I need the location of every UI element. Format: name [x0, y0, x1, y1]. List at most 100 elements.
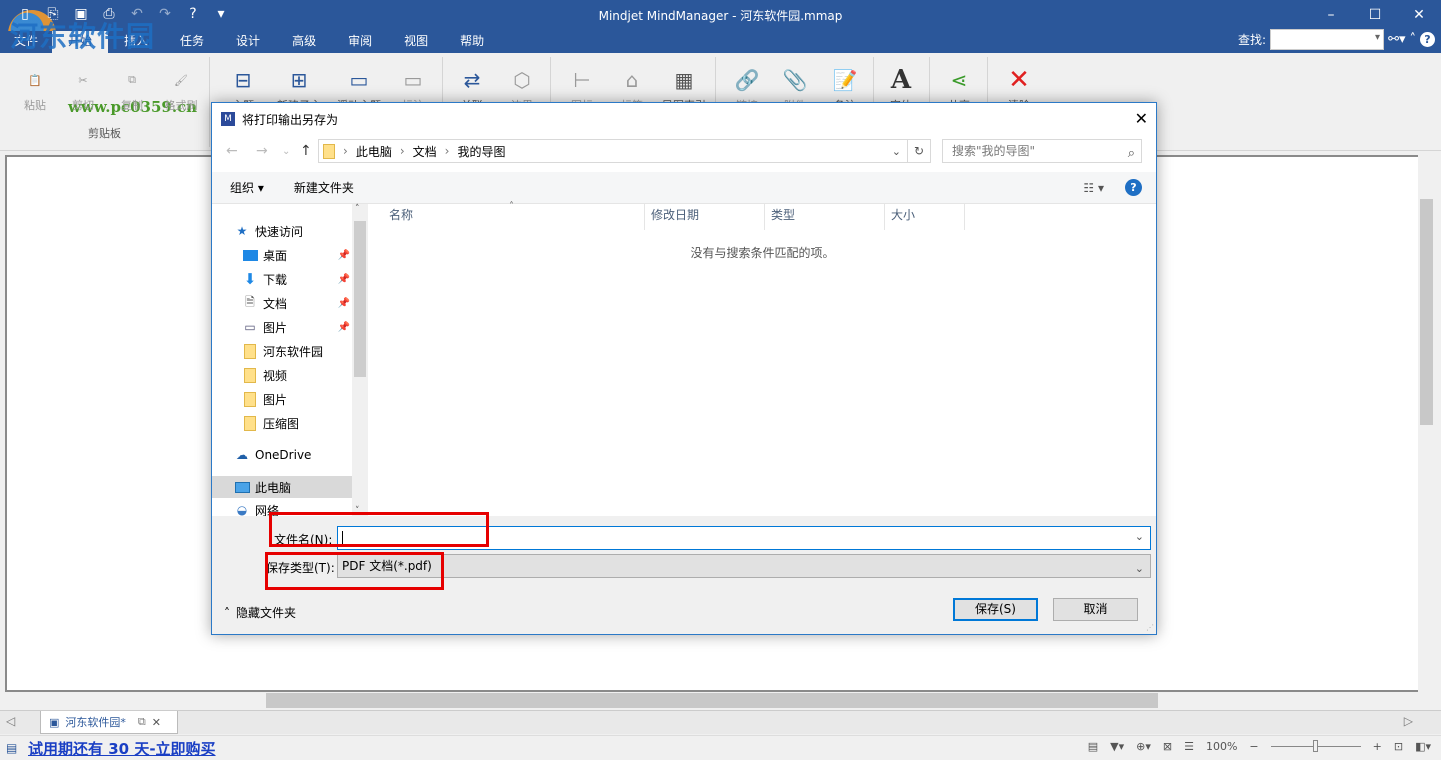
tab-advanced[interactable]: 高级: [276, 31, 332, 53]
refresh-button[interactable]: ↻: [908, 139, 931, 163]
cancel-button[interactable]: 取消: [1053, 598, 1138, 621]
address-dropdown-icon[interactable]: ⌄: [892, 145, 901, 158]
nav-scroll-thumb[interactable]: [354, 221, 366, 377]
breadcrumb-item[interactable]: 文档: [413, 143, 437, 160]
breadcrumb-separator: ›: [444, 144, 450, 158]
add-topic-icon[interactable]: ⊕▾: [1136, 740, 1151, 753]
layout-icon[interactable]: ◧▾: [1415, 740, 1431, 753]
fit-map-icon[interactable]: ⊠: [1163, 740, 1172, 753]
trial-purchase-link[interactable]: 试用期还有 30 天-立即购买: [28, 738, 216, 759]
back-button[interactable]: ←: [226, 143, 238, 159]
zoom-in-button[interactable]: +: [1373, 740, 1382, 753]
filename-dropdown-icon[interactable]: ⌄: [1135, 530, 1144, 543]
float-tab-icon[interactable]: ⧉: [138, 715, 146, 729]
tab-task[interactable]: 任务: [164, 31, 220, 53]
tab-review[interactable]: 审阅: [332, 31, 388, 53]
nav-documents[interactable]: 🗎 文档 📌: [242, 292, 352, 314]
tab-design[interactable]: 设计: [220, 31, 276, 53]
fit-screen-icon[interactable]: ⊡: [1394, 740, 1403, 753]
breadcrumb-item[interactable]: 此电脑: [356, 143, 392, 160]
status-bar: ▤ 试用期还有 30 天-立即购买 ▤ ▼▾ ⊕▾ ⊠ ☰ 100% − + ⊡…: [0, 735, 1441, 760]
column-header-size[interactable]: 大小: [885, 204, 965, 230]
navigation-pane: ★ 快速访问 桌面 📌 ⬇ 下载 📌 🗎 文档 📌 ▭ 图片 📌 河东软件园 视频 图片 压缩图…: [212, 204, 368, 516]
collapse-ribbon-icon[interactable]: ˄: [1410, 32, 1417, 47]
floating-topic-icon: ▭: [349, 68, 369, 92]
close-tab-icon[interactable]: ✕: [152, 716, 161, 729]
topic-icon: ⊟: [234, 68, 252, 92]
scroll-up-icon[interactable]: ˄: [355, 204, 360, 214]
nav-folder[interactable]: 图片: [242, 388, 352, 410]
vertical-scroll-thumb[interactable]: [1420, 199, 1433, 425]
clipboard-group-label: 剪贴板: [88, 127, 121, 140]
breadcrumb-separator: ›: [399, 144, 405, 158]
binoculars-icon[interactable]: ⚯▾: [1388, 32, 1405, 47]
minimize-button[interactable]: –: [1309, 0, 1353, 30]
cut-button[interactable]: ✂ 剪切: [58, 63, 108, 113]
forward-button[interactable]: →: [256, 143, 268, 159]
network-icon: ◒: [236, 504, 248, 516]
copy-button[interactable]: ⧉ 复制: [107, 63, 157, 113]
zoom-slider-thumb[interactable]: [1312, 740, 1318, 752]
map-file-icon: ▣: [49, 715, 60, 729]
boundary-icon: ⬡: [513, 68, 531, 92]
organize-button[interactable]: 组织 ▾: [230, 179, 264, 196]
nav-folder[interactable]: 压缩图: [242, 412, 352, 434]
filetype-dropdown-icon[interactable]: ⌄: [1135, 558, 1144, 580]
nav-folder[interactable]: 视频: [242, 364, 352, 386]
nav-desktop[interactable]: 桌面 📌: [242, 244, 352, 266]
dialog-help-icon[interactable]: ?: [1125, 179, 1142, 196]
zoom-slider[interactable]: [1270, 740, 1361, 752]
subtopic-icon: ⊞: [290, 68, 308, 92]
customize-icon[interactable]: ▾: [210, 4, 232, 24]
column-header-name[interactable]: 名称 ˄: [369, 201, 645, 230]
view-options-icon[interactable]: ☷ ▾: [1083, 181, 1104, 195]
tab-scroll-right-icon[interactable]: ▷: [1404, 714, 1413, 728]
column-header-date[interactable]: 修改日期: [645, 204, 765, 230]
watermark-text: 河东软件园: [10, 20, 156, 53]
list-view-icon[interactable]: ☰: [1184, 740, 1194, 753]
doc-tab[interactable]: ▣ 河东软件园* ⧉ ✕: [40, 711, 178, 734]
zoom-out-button[interactable]: −: [1249, 740, 1258, 753]
new-folder-button[interactable]: 新建文件夹: [294, 179, 354, 196]
search-input[interactable]: 搜索"我的导图" ⌕: [942, 139, 1142, 163]
breadcrumb-item[interactable]: 我的导图: [457, 143, 505, 160]
desktop-icon: [242, 248, 258, 262]
up-button[interactable]: ↑: [300, 143, 312, 159]
chevron-up-icon: ˄: [224, 605, 230, 620]
help-icon[interactable]: ?: [1420, 32, 1435, 47]
app-icon: M: [221, 112, 235, 126]
recent-locations-button[interactable]: ⌄: [282, 146, 290, 157]
outline-view-icon[interactable]: ▤: [1088, 740, 1098, 753]
filter-icon[interactable]: ▼▾: [1110, 740, 1124, 753]
paste-icon: 📋: [28, 73, 42, 87]
hide-folders-toggle[interactable]: ˄ 隐藏文件夹: [224, 604, 296, 621]
pin-icon: 📌: [337, 321, 350, 333]
dialog-close-button[interactable]: ✕: [1135, 109, 1148, 128]
find-input[interactable]: [1270, 29, 1385, 50]
resize-grip-icon[interactable]: ⋰: [1146, 623, 1154, 632]
column-header-type[interactable]: 类型: [765, 204, 885, 230]
nav-this-pc[interactable]: 此电脑: [212, 476, 352, 498]
nav-pictures[interactable]: ▭ 图片 📌: [242, 316, 352, 338]
link-icon: 🔗: [734, 68, 760, 92]
file-list[interactable]: 名称 ˄ 修改日期 类型 大小 没有与搜索条件匹配的项。: [369, 201, 1156, 516]
nav-onedrive[interactable]: ☁ OneDrive: [234, 444, 352, 466]
tab-view[interactable]: 视图: [388, 31, 444, 53]
nav-downloads[interactable]: ⬇ 下载 📌: [242, 268, 352, 290]
redo-icon[interactable]: ↷: [154, 4, 176, 24]
horizontal-scroll-thumb[interactable]: [266, 693, 1158, 708]
help-icon[interactable]: ?: [182, 4, 204, 24]
format-painter-button[interactable]: 🖌 格式刷: [156, 63, 206, 113]
filetype-select[interactable]: PDF 文档(*.pdf) ⌄: [337, 554, 1151, 578]
tab-help[interactable]: 帮助: [444, 31, 500, 53]
maximize-button[interactable]: ☐: [1353, 0, 1397, 30]
nav-folder[interactable]: 河东软件园: [242, 340, 352, 362]
save-button[interactable]: 保存(S): [953, 598, 1038, 621]
map-index-icon: ▦: [674, 68, 694, 92]
close-button[interactable]: ✕: [1397, 0, 1441, 30]
highlight-box-filename: [269, 512, 489, 547]
address-bar[interactable]: › 此电脑 › 文档 › 我的导图 ⌄: [318, 139, 908, 163]
tab-scroll-left-icon[interactable]: ◁: [6, 714, 15, 728]
paste-button[interactable]: 📋 粘贴: [10, 63, 60, 113]
find-label: 查找:: [1238, 33, 1267, 47]
